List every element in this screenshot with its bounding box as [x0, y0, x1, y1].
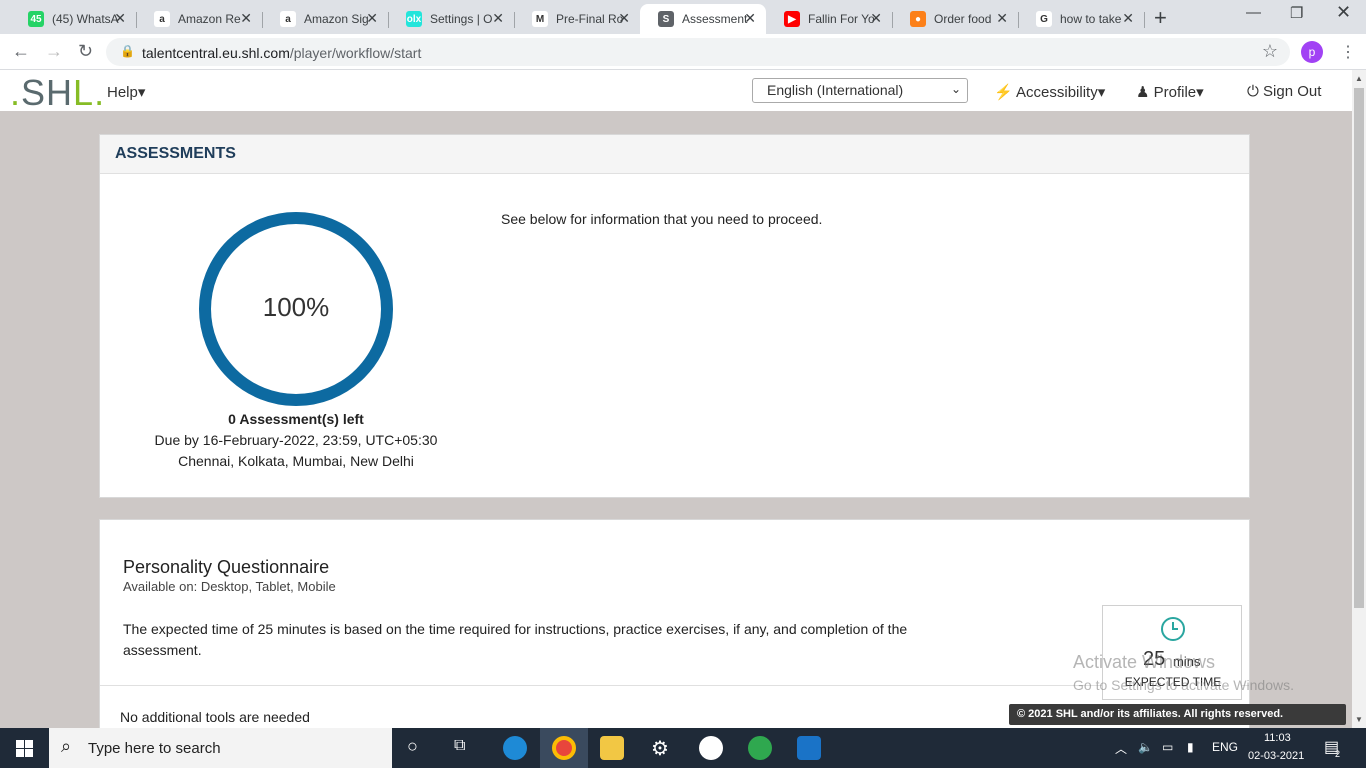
bookmark-star-icon[interactable]: ☆ [1262, 41, 1278, 62]
activation-watermark-sub: Go to Settings to activate Windows. [1073, 677, 1294, 693]
shl-logo[interactable]: .SHL. [10, 72, 105, 114]
sign-out-label: Sign Out [1263, 83, 1322, 100]
photos-icon[interactable] [797, 736, 821, 760]
clock-date[interactable]: 02-03-2021 [1248, 750, 1304, 762]
profile-menu[interactable]: ♟ Profile▾ [1136, 83, 1204, 101]
browser-menu-icon[interactable]: ⋮ [1340, 42, 1356, 62]
maximize-button[interactable]: ❐ [1290, 4, 1303, 22]
profile-label: Profile▾ [1153, 84, 1204, 101]
power-icon: ⏻ [1247, 83, 1259, 100]
accessibility-icon: ⚡ [994, 84, 1013, 101]
browser-tab[interactable]: Ghow to take ✕ [1018, 4, 1145, 34]
info-text: See below for information that you need … [501, 211, 823, 227]
edge-icon[interactable] [503, 736, 527, 760]
url-path: /player/workflow/start [289, 45, 422, 61]
itunes-icon[interactable] [699, 736, 723, 760]
tab-close-icon[interactable]: ✕ [618, 10, 630, 27]
address-bar[interactable]: 🔒 talentcentral.eu.shl.com/player/workfl… [106, 38, 1290, 66]
accessibility-menu[interactable]: ⚡ Accessibility▾ [994, 83, 1105, 101]
browser-tab[interactable]: a Amazon Re ✕ [136, 4, 263, 34]
tab-favicon-icon: a [280, 11, 296, 27]
app-header: .SHL. Help▾ English (International) ⌄ ⚡ … [0, 70, 1352, 114]
timezone-cities: Chennai, Kolkata, Mumbai, New Delhi [178, 453, 414, 469]
search-icon: ⌕ [61, 736, 72, 756]
questionnaire-title: Personality Questionnaire [123, 557, 330, 577]
browser-tab[interactable]: olx Settings | O ✕ [388, 4, 515, 34]
tab-close-icon[interactable]: ✕ [114, 10, 126, 27]
green-app-icon[interactable] [748, 736, 772, 760]
copyright-bar: © 2021 SHL and/or its affiliates. All ri… [1009, 704, 1346, 725]
sign-out-link[interactable]: ⏻ Sign Out [1247, 83, 1321, 100]
task-view-icon[interactable]: ⧉ [454, 737, 465, 755]
tab-favicon-icon: 45 [28, 11, 44, 27]
scrollbar-thumb[interactable] [1354, 88, 1364, 608]
reload-icon[interactable]: ↻ [78, 41, 93, 62]
browser-tab[interactable]: ▶ Fallin For Yo ✕ [766, 4, 893, 34]
language-indicator[interactable]: ENG [1212, 740, 1238, 754]
lock-icon[interactable]: 🔒 [120, 44, 135, 58]
questionnaire-description: The expected time of 25 minutes is based… [123, 621, 908, 658]
profile-avatar[interactable]: p [1301, 41, 1323, 63]
clock-time[interactable]: 11:03 [1264, 732, 1291, 744]
tools-note: No additional tools are needed [120, 709, 310, 725]
tray-chevron-up-icon[interactable]: ︿ [1115, 740, 1127, 757]
tab-close-icon[interactable]: ✕ [366, 10, 378, 27]
availability-text: Available on: Desktop, Tablet, Mobile [123, 579, 336, 594]
windows-taskbar: ⌕ Type here to search ○ ⧉ ⚙ ︿ 🔈 ▭ ▮ ENG … [0, 728, 1366, 768]
settings-gear-icon[interactable]: ⚙ [651, 736, 669, 761]
browser-tab[interactable]: a Amazon Sig ✕ [262, 4, 389, 34]
tab-close-icon[interactable]: ✕ [996, 10, 1008, 27]
tab-favicon-icon: a [154, 11, 170, 27]
language-select[interactable]: English (International) ⌄ [752, 78, 968, 103]
tab-favicon-icon: olx [406, 11, 422, 27]
tab-close-icon[interactable]: ✕ [1122, 10, 1134, 27]
help-menu[interactable]: Help▾ [107, 83, 145, 101]
chrome-icon [552, 736, 576, 760]
browser-tab[interactable]: ● Order food ✕ [892, 4, 1019, 34]
taskbar-search[interactable]: ⌕ Type here to search [49, 728, 392, 768]
person-icon: ♟ [1136, 84, 1150, 101]
file-explorer-icon[interactable] [600, 736, 624, 760]
tab-separator [1144, 12, 1145, 28]
back-icon[interactable]: ← [12, 41, 30, 62]
battery-icon[interactable]: ▭ [1162, 740, 1173, 754]
language-value: English (International) [767, 82, 904, 98]
network-icon[interactable]: ▮ [1187, 740, 1194, 754]
chevron-down-icon: ⌄ [950, 82, 961, 96]
cortana-icon[interactable]: ○ [407, 736, 418, 757]
due-date: Due by 16-February-2022, 23:59, UTC+05:3… [154, 432, 438, 448]
minimize-button[interactable]: — [1246, 4, 1261, 21]
accessibility-label: Accessibility▾ [1016, 84, 1106, 101]
tab-close-icon[interactable]: ✕ [492, 10, 504, 27]
clock-icon [1161, 617, 1185, 641]
browser-toolbar: ← → ↻ 🔒 talentcentral.eu.shl.com/player/… [0, 34, 1366, 70]
browser-tab[interactable]: M Pre-Final Ro ✕ [514, 4, 640, 34]
tab-favicon-icon: ● [910, 11, 926, 27]
tab-favicon-icon: S [658, 11, 674, 27]
tab-close-icon[interactable]: ✕ [744, 10, 756, 27]
progress-percent: 100% [262, 292, 330, 322]
tab-favicon-icon: ▶ [784, 11, 800, 27]
browser-tab[interactable]: 45 (45) WhatsA ✕ [10, 4, 137, 34]
page-scrollbar[interactable]: ▲ ▼ [1352, 70, 1366, 728]
forward-icon[interactable]: → [45, 41, 63, 62]
tab-favicon-icon: M [532, 11, 548, 27]
assessments-left: 0 Assessment(s) left [228, 411, 364, 427]
notification-count: 2 [1335, 749, 1341, 759]
activation-watermark-title: Activate Windows [1073, 652, 1216, 672]
tab-close-icon[interactable]: ✕ [870, 10, 882, 27]
taskbar-search-placeholder: Type here to search [88, 740, 221, 757]
url-host: talentcentral.eu.shl.com [142, 45, 290, 61]
assessments-heading: ASSESSMENTS [115, 145, 236, 162]
new-tab-button[interactable]: + [1154, 5, 1167, 31]
tab-favicon-icon: G [1036, 11, 1052, 27]
volume-icon[interactable]: 🔈 [1138, 740, 1153, 754]
tab-close-icon[interactable]: ✕ [240, 10, 252, 27]
close-window-button[interactable]: ✕ [1336, 2, 1351, 23]
windows-start-icon[interactable] [16, 740, 33, 757]
browser-tab[interactable]: S Assessment ✕ [640, 4, 766, 34]
chrome-taskbar-slot[interactable] [540, 728, 588, 768]
